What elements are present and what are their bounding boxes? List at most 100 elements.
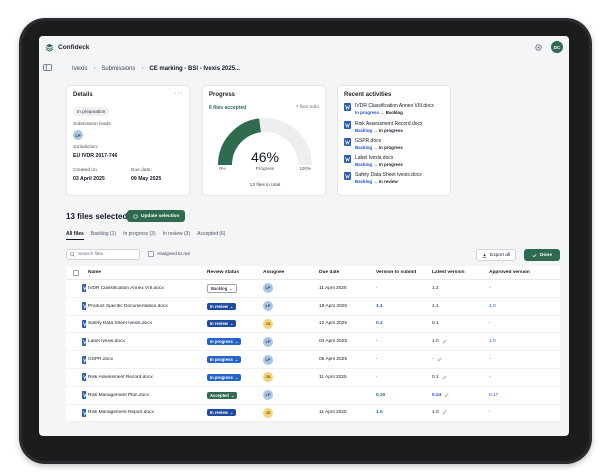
version-to-submit: - — [376, 285, 378, 291]
activity-item[interactable]: GSPR.docx Backlog → In progress — [344, 138, 403, 150]
file-name[interactable]: Risk Assessment Record.docx — [86, 375, 205, 380]
assigned-to-me-filter[interactable]: Assigned to me — [148, 251, 190, 257]
more-options-icon[interactable]: ··· — [175, 90, 184, 97]
select-all-checkbox[interactable] — [73, 269, 79, 276]
table-row[interactable]: Product Specific Documentation.docx In re… — [66, 298, 560, 316]
activity-status-change: Backlog → In progress — [355, 162, 403, 167]
pencil-edit-icon[interactable] — [442, 375, 447, 380]
review-status-dropdown[interactable]: In progress ⌄ — [207, 338, 242, 346]
tab-all-files[interactable]: All files — [66, 231, 84, 240]
assignee-avatar[interactable]: LP — [263, 390, 273, 401]
review-status-dropdown[interactable]: In progress ⌄ — [207, 373, 242, 381]
pencil-edit-icon[interactable] — [442, 339, 447, 344]
update-selection-label: Update selection — [141, 213, 180, 219]
row-select-cell — [66, 355, 86, 364]
review-status-dropdown[interactable]: Accepted ⌄ — [207, 391, 238, 399]
breadcrumb-separator: › — [141, 66, 144, 72]
assignee-cell: LP — [261, 301, 317, 312]
assignee-avatar[interactable]: LP — [263, 301, 273, 312]
assignee-avatar[interactable]: LP — [263, 283, 273, 294]
version-to-submit: - — [376, 374, 378, 380]
version-to-submit: - — [376, 339, 378, 345]
file-name[interactable]: Risk Management Plan.docx — [86, 393, 205, 398]
table-row[interactable]: Risk Assessment Record.docx In progress ⌄ J… — [66, 369, 560, 387]
chevron-down-icon: ⌄ — [229, 303, 234, 309]
brand[interactable]: Confideck — [45, 43, 89, 52]
assignee-avatar[interactable]: JS — [263, 372, 273, 383]
breadcrumb-submissions[interactable]: Submissions — [101, 66, 135, 72]
activity-item[interactable]: Label Ivexis.docx Backlog → In progress — [344, 155, 403, 167]
due-date: 18 April 2025 — [319, 303, 348, 309]
table-row[interactable]: Risk Management Plan.docx Accepted ⌄ LP 0.20… — [66, 387, 560, 405]
col-assignee[interactable]: Assignee — [261, 270, 317, 275]
review-status-dropdown[interactable]: In review ⌄ — [207, 302, 237, 310]
pencil-edit-icon[interactable] — [444, 393, 449, 398]
activity-item[interactable]: Risk Assessment Record.docx Backlog → In … — [344, 121, 423, 133]
table-row[interactable]: Safety Data Sheet Ivexis.docx In review ⌄ J… — [66, 316, 560, 334]
review-status-cell: In progress ⌄ — [205, 356, 261, 364]
assignee-avatar[interactable]: LP — [263, 336, 273, 347]
col-review-status[interactable]: Review status — [205, 270, 261, 275]
progress-percent: 46% — [250, 149, 280, 165]
files-total: 13 files in total — [249, 183, 281, 188]
review-status-dropdown[interactable]: In review ⌄ — [207, 320, 237, 328]
assignee-avatar[interactable]: LP — [263, 354, 273, 365]
files-todo: 7 files todo — [295, 105, 319, 110]
col-version-to-submit[interactable]: Version to submit — [374, 270, 430, 275]
user-avatar[interactable]: DC — [551, 41, 563, 53]
due-date: 04 April 2025 — [319, 339, 348, 345]
pencil-edit-icon[interactable] — [442, 410, 447, 415]
activity-status-change: Backlog → In progress — [355, 128, 423, 133]
done-button[interactable]: Done — [524, 249, 560, 261]
review-status-dropdown[interactable]: Backlog ⌄ — [207, 283, 237, 293]
breadcrumb-ivexis[interactable]: Ivexis — [72, 66, 87, 72]
file-name[interactable]: IVDR Classification Annex VIII.docx — [86, 286, 205, 291]
table-row[interactable]: Label Ivexis.docx In progress ⌄ LP 04 April … — [66, 333, 560, 352]
table-row[interactable]: Risk Management Report.docx In review ⌄ JS 1… — [66, 405, 560, 423]
col-latest-version[interactable]: Latest version — [430, 270, 487, 275]
review-status-dropdown[interactable]: In review ⌄ — [207, 409, 237, 417]
review-status-dropdown[interactable]: In progress ⌄ — [207, 356, 242, 364]
tab-in-progress[interactable]: In progress (3) — [123, 231, 156, 240]
search-icon — [70, 252, 75, 257]
col-due-date[interactable]: Due date — [317, 270, 374, 275]
assignee-cell: JS — [261, 407, 317, 418]
search-input[interactable]: Search files — [66, 249, 140, 260]
app-name: Confideck — [58, 43, 90, 51]
due-label: Due date: — [131, 168, 152, 173]
status-to: In progress — [378, 162, 403, 167]
col-name[interactable]: Name — [86, 270, 205, 275]
status-to: In progress — [378, 128, 403, 133]
file-name[interactable]: Safety Data Sheet Ivexis.docx — [86, 321, 205, 326]
tab-accepted[interactable]: Accepted (6) — [197, 231, 225, 240]
status-from: Backlog — [355, 179, 373, 184]
settings-gear-icon[interactable] — [534, 43, 543, 52]
assigned-checkbox[interactable] — [148, 251, 154, 257]
status-to: Backlog — [385, 110, 403, 115]
file-name[interactable]: GSPR.docx — [86, 357, 205, 362]
select-all-cell — [66, 269, 86, 276]
pencil-edit-icon[interactable] — [437, 357, 442, 362]
tab-backlog[interactable]: Backlog (1) — [91, 231, 116, 240]
lead-avatar[interactable]: LP — [73, 130, 83, 140]
file-tabs: All files Backlog (1) In progress (3) In… — [66, 231, 225, 240]
activity-item[interactable]: IVDR Classification Annex VIII.docx In pr… — [344, 103, 434, 115]
table-row[interactable]: GSPR.docx In progress ⌄ LP 05 April 2025- - - — [66, 351, 560, 369]
word-doc-icon — [344, 172, 351, 180]
assignee-avatar[interactable]: JS — [263, 318, 273, 329]
jurisdiction-value: EU IVDR 2017-746 — [73, 153, 118, 159]
sidebar-toggle-icon[interactable] — [43, 64, 52, 71]
activity-item[interactable]: Safety Data Sheet Ivexis.docx Backlog → I… — [344, 172, 422, 184]
file-name[interactable]: Risk Management Report.docx — [86, 410, 205, 415]
col-approved-version[interactable]: Approved version — [487, 270, 560, 275]
assignee-cell: LP — [261, 354, 317, 365]
tab-in-review[interactable]: In review (3) — [163, 231, 191, 240]
file-name[interactable]: Product Specific Documentation.docx — [86, 304, 205, 309]
status-to: In review — [378, 179, 398, 184]
file-name[interactable]: Label Ivexis.docx — [86, 339, 205, 344]
update-selection-button[interactable]: Update selection — [127, 210, 186, 222]
export-all-button[interactable]: Export all — [476, 249, 516, 261]
due-date: 11 April 2025 — [319, 374, 347, 380]
table-row[interactable]: IVDR Classification Annex VIII.docx Backl… — [66, 280, 560, 298]
assignee-avatar[interactable]: JS — [263, 407, 273, 418]
